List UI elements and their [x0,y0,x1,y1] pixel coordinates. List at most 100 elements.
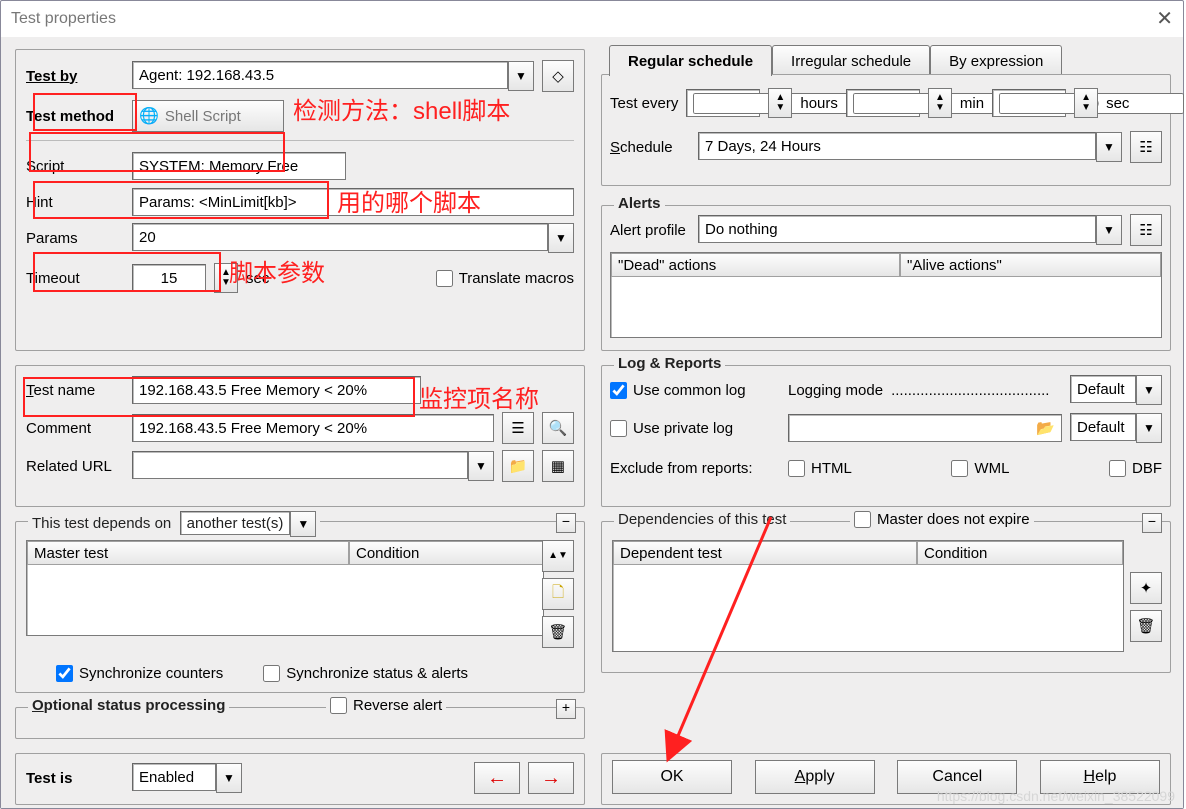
col-alive: "Alive actions" [900,253,1161,277]
script-label: Script [26,158,124,175]
params-label: Params [26,230,124,247]
test-is-combo[interactable]: Enabled [132,763,216,791]
annot-name: 监控项名称 [419,379,539,414]
depends-on-legend: This test depends on another test(s) ▼ [28,511,320,537]
use-common-log-checkbox[interactable]: Use common log [610,382,780,399]
apply-button[interactable]: Apply [755,760,875,794]
annot-method: 检测方法：shell脚本 [293,91,510,126]
reverse-alert-checkbox[interactable]: Reverse alert [326,697,446,714]
col-master-test: Master test [27,541,349,565]
spin-icon[interactable]: ▲▼ [928,88,952,118]
sync-status-checkbox[interactable]: Synchronize status & alerts [263,665,468,682]
next-arrow-icon[interactable]: → [528,762,574,794]
dependent-list[interactable]: Dependent test Condition [612,540,1124,652]
related-url-label: Related URL [26,458,124,475]
min-field[interactable] [846,89,920,117]
private-log-path[interactable]: 📂 [788,414,1062,442]
close-icon[interactable]: ✕ [1156,1,1173,37]
annot-script: 用的哪个脚本 [337,183,481,218]
col-dead: "Dead" actions [611,253,900,277]
schedule-combo[interactable]: 7 Days, 24 Hours [698,132,1096,160]
sync-counters-checkbox[interactable]: Synchronize counters [56,665,223,682]
col-dependent: Dependent test [613,541,917,565]
test-is-label: Test is [26,770,124,787]
folder-open-icon[interactable]: 📂 [1036,419,1055,437]
separator [26,140,574,141]
browser-icon[interactable]: ▦ [542,450,574,482]
exclude-label: Exclude from reports: [610,460,780,477]
new-icon[interactable]: 🗋 [542,578,574,610]
schedule-label: Schedule [610,139,690,156]
tab-regular[interactable]: Regular schedule [609,45,772,76]
combo-drop-icon[interactable]: ▼ [468,451,494,481]
translate-macros-checkbox[interactable]: Translate macros [436,270,574,287]
sec-label2: sec [1106,95,1129,112]
title-bar: Test properties ✕ [1,1,1183,37]
use-private-log-checkbox[interactable]: Use private log [610,420,780,437]
tab-irregular[interactable]: Irregular schedule [772,45,930,76]
folder-icon[interactable]: 📁 [502,450,534,482]
dots: ...................................... [891,382,1062,399]
watermark: https://blog.csdn.net/weixin_38522099 [937,788,1175,804]
test-method-button[interactable]: 🌐 Shell Script [132,100,284,132]
timeout-field[interactable] [132,264,206,292]
logging-mode-combo[interactable]: Default [1070,375,1136,403]
combo-drop-icon[interactable]: ▼ [1136,375,1162,405]
combo-drop-icon[interactable]: ▼ [290,511,316,537]
combo-drop-icon[interactable]: ▼ [1136,413,1162,443]
log-legend: Log & Reports [614,355,725,372]
combo-drop-icon[interactable]: ▼ [216,763,242,793]
annot-params: 脚本参数 [229,253,325,288]
combo-drop-icon[interactable]: ▼ [548,223,574,253]
lightning-icon[interactable]: ✦ [1130,572,1162,604]
col-condition2: Condition [917,541,1123,565]
edit-lines-icon[interactable]: ☰ [502,412,534,444]
ok-button[interactable]: OK [612,760,732,794]
logging-mode-label: Logging mode [788,382,883,399]
test-by-combo[interactable] [132,61,508,89]
master-no-expire-checkbox[interactable]: Master does not expire [850,511,1034,528]
search-icon[interactable]: 🔍 [542,412,574,444]
actions-list[interactable]: "Dead" actions "Alive actions" [610,252,1162,338]
alert-profile-label: Alert profile [610,222,690,239]
alert-profile-combo[interactable]: Do nothing [698,215,1096,243]
hours-field[interactable] [686,89,760,117]
exclude-wml-checkbox[interactable]: WML [951,460,1009,477]
alert-edit-icon[interactable]: ☷ [1130,214,1162,246]
refresh-icon[interactable]: ◇ [542,60,574,92]
script-field[interactable] [132,152,346,180]
delete-icon[interactable]: 🗑 [542,616,574,648]
test-name-field[interactable] [132,376,421,404]
spin-icon[interactable]: ▲▼ [768,88,792,118]
test-name-label: Test name [26,382,124,399]
combo-drop-icon[interactable]: ▼ [1096,215,1122,245]
comment-field[interactable] [132,414,494,442]
delete-icon[interactable]: 🗑 [1130,610,1162,642]
related-url-field[interactable] [132,451,468,479]
collapse-icon[interactable]: − [556,513,576,533]
tab-expr[interactable]: By expression [930,45,1062,76]
combo-drop-icon[interactable]: ▼ [508,61,534,91]
deps-of-legend: Dependencies of this test [614,511,790,528]
test-every-label: Test every [610,95,678,112]
exclude-dbf-checkbox[interactable]: DBF [1109,460,1162,477]
spin-icon[interactable]: ▲▼ [1074,88,1098,118]
combo-drop-icon[interactable]: ▼ [1096,132,1122,162]
collapse-icon[interactable]: − [1142,513,1162,533]
master-test-list[interactable]: Master test Condition [26,540,544,636]
hours-label: hours [800,95,838,112]
test-method-label: Test method [26,108,124,125]
params-field[interactable] [132,223,548,251]
schedule-edit-icon[interactable]: ☷ [1130,131,1162,163]
sec-field[interactable] [992,89,1066,117]
expand-icon[interactable]: + [556,699,576,719]
exclude-html-checkbox[interactable]: HTML [788,460,852,477]
depends-mode-combo[interactable]: another test(s) [180,511,291,535]
optional-legend: Optional status processing [28,697,229,714]
min-label: min [960,95,984,112]
sort-icon[interactable]: ▲▼ [542,540,574,572]
window-title: Test properties [11,1,116,37]
private-mode-combo[interactable]: Default [1070,413,1136,441]
prev-arrow-icon[interactable]: ← [474,762,520,794]
test-by-label: Test by [26,68,124,85]
